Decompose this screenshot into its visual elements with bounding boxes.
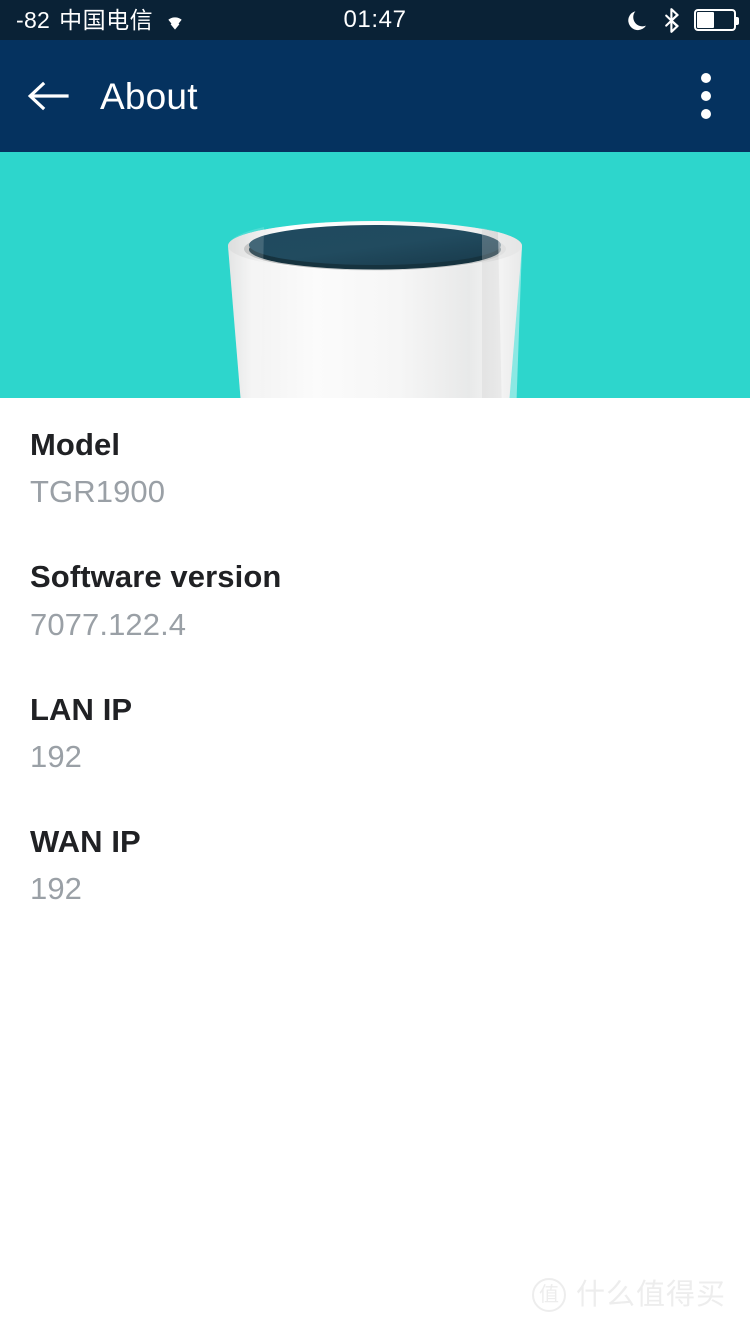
info-label: Software version bbox=[30, 559, 282, 595]
signal-strength-value: -82 bbox=[16, 6, 51, 33]
clock: 01:47 bbox=[343, 6, 407, 33]
device-info-list: Model TGR1900 Software version 7077.122.… bbox=[0, 398, 750, 908]
list-item: Model TGR1900 bbox=[0, 426, 750, 510]
status-bar-left: -82 中国电信 bbox=[16, 6, 188, 33]
status-bar: -82 中国电信 01:47 bbox=[0, 0, 750, 40]
overflow-dot bbox=[701, 91, 711, 101]
info-value: 192 bbox=[30, 871, 83, 907]
info-label: WAN IP bbox=[30, 824, 141, 860]
list-item: Software version 7077.122.4 bbox=[0, 558, 750, 642]
hero-banner bbox=[0, 152, 750, 398]
wifi-icon bbox=[162, 10, 188, 31]
info-value: 192 bbox=[30, 738, 83, 774]
battery-fill bbox=[697, 12, 715, 28]
battery-icon bbox=[694, 9, 739, 31]
back-button[interactable] bbox=[0, 40, 96, 152]
moon-icon bbox=[628, 8, 650, 32]
info-label: Model bbox=[30, 427, 121, 462]
overflow-dot bbox=[701, 109, 711, 119]
bluetooth-icon bbox=[663, 7, 681, 33]
info-value: 7077.122.4 bbox=[30, 606, 187, 642]
info-label: LAN IP bbox=[30, 691, 133, 727]
carrier-name: 中国电信 bbox=[59, 6, 154, 33]
watermark-text: 什么值得买 bbox=[575, 1278, 726, 1311]
more-vertical-icon[interactable] bbox=[662, 40, 750, 152]
phone-screen: -82 中国电信 01:47 About Model TGR1900 Softw… bbox=[0, 0, 750, 1334]
arrow-left-icon bbox=[25, 78, 71, 114]
info-value: TGR1900 bbox=[30, 474, 166, 510]
list-item: LAN IP 192 bbox=[0, 691, 750, 775]
page-title: About bbox=[100, 75, 198, 117]
wifi-router-illustration bbox=[220, 216, 530, 398]
app-bar: About bbox=[0, 40, 750, 152]
status-bar-right bbox=[628, 7, 739, 33]
overflow-dot bbox=[701, 73, 711, 83]
watermark: 值 什么值得买 bbox=[531, 1278, 726, 1312]
watermark-badge: 值 bbox=[531, 1278, 566, 1312]
list-item: WAN IP 192 bbox=[0, 823, 750, 907]
about-content: Model TGR1900 Software version 7077.122.… bbox=[0, 398, 750, 1334]
